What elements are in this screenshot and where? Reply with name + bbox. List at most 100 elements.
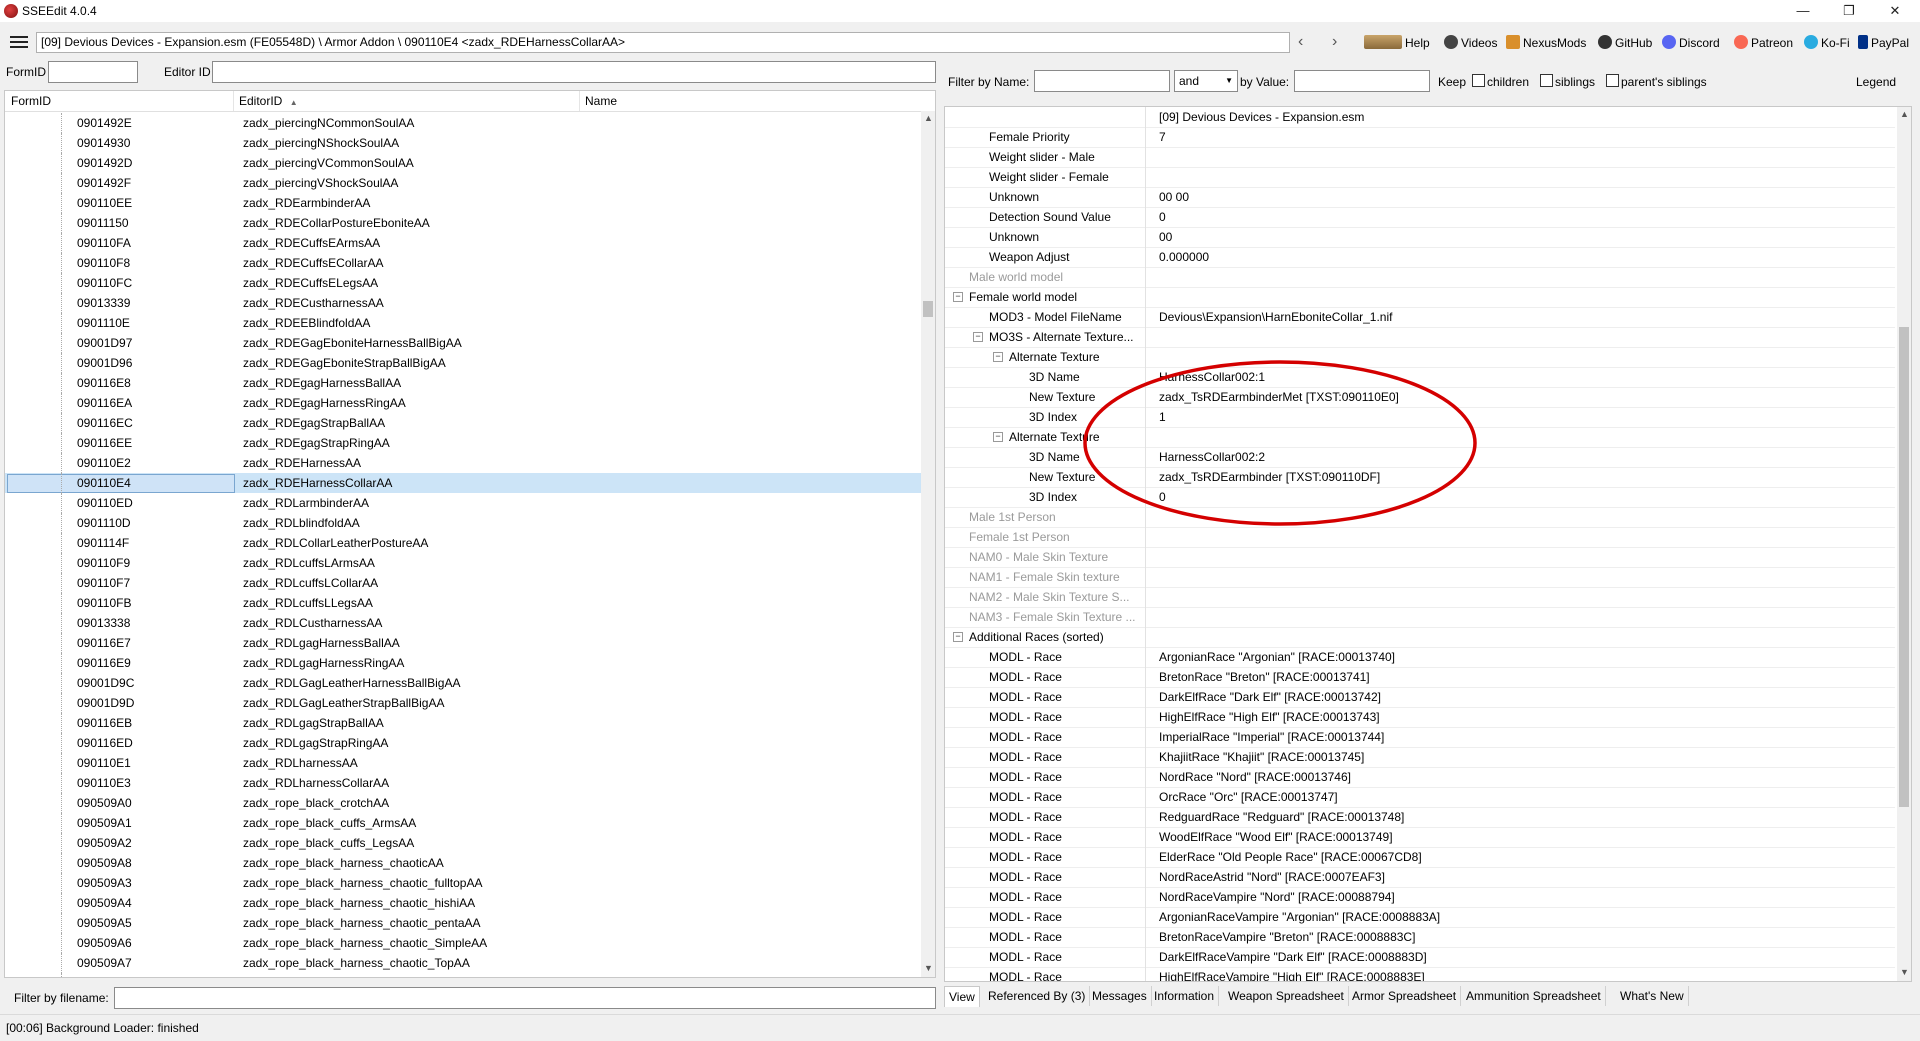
table-row[interactable]: 090509A5 zadx_rope_black_harness_chaotic_… xyxy=(5,913,921,933)
table-row[interactable]: 090116EC zadx_RDEgagStrapBallAA xyxy=(5,413,921,433)
field-value[interactable]: HighElfRace "High Elf" [RACE:00013743] xyxy=(1159,707,1380,727)
field-value[interactable]: Devious\Expansion\HarnEboniteCollar_1.ni… xyxy=(1159,307,1392,327)
field-row[interactable]: MODL - Race NordRaceAstrid "Nord" [RACE:0… xyxy=(945,867,1895,888)
collapse-icon[interactable]: − xyxy=(953,632,963,642)
back-button[interactable]: ‹ xyxy=(1298,33,1303,51)
field-row[interactable]: Weight slider - Male xyxy=(945,147,1895,168)
children-checkbox[interactable] xyxy=(1472,74,1485,87)
nexusmods-link[interactable]: NexusMods xyxy=(1506,35,1586,50)
field-row[interactable]: Female Priority 7 xyxy=(945,127,1895,148)
field-value[interactable]: [09] Devious Devices - Expansion.esm xyxy=(1159,107,1364,127)
table-row[interactable]: 090116E9 zadx_RDLgagHarnessRingAA xyxy=(5,653,921,673)
table-row[interactable]: 090110FC zadx_RDECuffsELegsAA xyxy=(5,273,921,293)
table-row[interactable]: 090116EE zadx_RDEgagStrapRingAA xyxy=(5,433,921,453)
tab-messages[interactable]: Messages xyxy=(1088,986,1152,1006)
field-row[interactable]: − Female world model xyxy=(945,287,1895,308)
collapse-icon[interactable]: − xyxy=(973,332,983,342)
legend-button[interactable]: Legend xyxy=(1856,75,1896,89)
field-row[interactable]: MODL - Race HighElfRace "High Elf" [RACE:… xyxy=(945,707,1895,728)
close-button[interactable]: ✕ xyxy=(1872,0,1918,22)
table-row[interactable]: 090509A8 zadx_rope_black_harness_chaoticA… xyxy=(5,853,921,873)
field-value[interactable]: RedguardRace "Redguard" [RACE:00013748] xyxy=(1159,807,1404,827)
table-row[interactable]: 0901492D zadx_piercingVCommonSoulAA xyxy=(5,153,921,173)
field-row[interactable]: MOD3 - Model FileName Devious\Expansion\H… xyxy=(945,307,1895,328)
record-tree-scrollbar[interactable]: ▲ ▼ xyxy=(921,111,935,977)
table-row[interactable]: 0901110D zadx_RDLblindfoldAA xyxy=(5,513,921,533)
field-value[interactable]: 0 xyxy=(1159,207,1166,227)
scroll-up-icon[interactable]: ▲ xyxy=(1900,109,1909,119)
filter-by-name-input[interactable] xyxy=(1034,70,1170,92)
field-row[interactable]: − Additional Races (sorted) xyxy=(945,627,1895,648)
field-value[interactable]: ArgonianRace "Argonian" [RACE:00013740] xyxy=(1159,647,1395,667)
field-row[interactable]: Weight slider - Female xyxy=(945,167,1895,188)
field-value[interactable]: 0.000000 xyxy=(1159,247,1209,267)
table-row[interactable]: 090110F7 zadx_RDLcuffsLCollarAA xyxy=(5,573,921,593)
table-row[interactable]: 090110FB zadx_RDLcuffsLLegsAA xyxy=(5,593,921,613)
field-row[interactable]: NAM3 - Female Skin Texture ... xyxy=(945,607,1895,628)
field-row[interactable]: MODL - Race DarkElfRaceVampire "Dark Elf"… xyxy=(945,947,1895,968)
table-row[interactable]: 090110ED zadx_RDLarmbinderAA xyxy=(5,493,921,513)
tab-view[interactable]: View xyxy=(944,986,980,1007)
scrollbar-thumb[interactable] xyxy=(1899,327,1909,807)
table-row[interactable]: 0901492E zadx_piercingNCommonSoulAA xyxy=(5,113,921,133)
table-row[interactable]: 090116EB zadx_RDLgagStrapBallAA xyxy=(5,713,921,733)
kofi-link[interactable]: Ko-Fi xyxy=(1804,35,1850,50)
forward-button[interactable]: › xyxy=(1332,33,1337,51)
table-row[interactable]: 0901114F zadx_RDLCollarLeatherPostureAA xyxy=(5,533,921,553)
field-row[interactable]: MODL - Race BretonRace "Breton" [RACE:000… xyxy=(945,667,1895,688)
field-row[interactable]: MODL - Race ImperialRace "Imperial" [RACE… xyxy=(945,727,1895,748)
field-value[interactable]: BretonRaceVampire "Breton" [RACE:0008883… xyxy=(1159,927,1415,947)
tab-information[interactable]: Information xyxy=(1150,986,1220,1006)
scrollbar-thumb[interactable] xyxy=(923,301,933,317)
maximize-button[interactable]: ❐ xyxy=(1826,0,1872,22)
field-value[interactable]: DarkElfRaceVampire "Dark Elf" [RACE:0008… xyxy=(1159,947,1427,967)
field-row[interactable]: MODL - Race ArgonianRace "Argonian" [RACE… xyxy=(945,647,1895,668)
tab-armor-spreadsheet[interactable]: Armor Spreadsheet xyxy=(1348,986,1462,1006)
table-row[interactable]: 09001D9C zadx_RDLGagLeatherHarnessBallBig… xyxy=(5,673,921,693)
table-row[interactable]: 090116EA zadx_RDEgagHarnessRingAA xyxy=(5,393,921,413)
field-row[interactable]: Weapon Adjust 0.000000 xyxy=(945,247,1895,268)
help-link[interactable]: Help xyxy=(1364,35,1430,50)
editorid-column-header[interactable]: EditorID ▲ xyxy=(239,94,298,108)
field-row[interactable]: NAM0 - Male Skin Texture xyxy=(945,547,1895,568)
field-value[interactable]: ElderRace "Old People Race" [RACE:00067C… xyxy=(1159,847,1422,867)
table-row[interactable]: 090509A3 zadx_rope_black_harness_chaotic_… xyxy=(5,873,921,893)
field-row[interactable]: MODL - Race NordRace "Nord" [RACE:0001374… xyxy=(945,767,1895,788)
tab-what-s-new[interactable]: What's New xyxy=(1616,986,1689,1006)
table-row[interactable]: 090110F8 zadx_RDECuffsECollarAA xyxy=(5,253,921,273)
field-row[interactable]: Unknown 00 00 xyxy=(945,187,1895,208)
videos-link[interactable]: Videos xyxy=(1444,35,1497,50)
filter-by-filename-input[interactable] xyxy=(114,987,936,1009)
field-value[interactable]: HighElfRaceVampire "High Elf" [RACE:0008… xyxy=(1159,967,1425,981)
siblings-checkbox[interactable] xyxy=(1540,74,1553,87)
field-row[interactable]: MODL - Race HighElfRaceVampire "High Elf"… xyxy=(945,967,1895,981)
table-row[interactable]: 0901492F zadx_piercingVShockSoulAA xyxy=(5,173,921,193)
table-row[interactable]: 090509A2 zadx_rope_black_cuffs_LegsAA xyxy=(5,833,921,853)
field-value[interactable]: 00 00 xyxy=(1159,187,1189,207)
tab-referenced-by-3[interactable]: Referenced By (3) xyxy=(984,986,1091,1006)
patreon-link[interactable]: Patreon xyxy=(1734,35,1793,50)
field-row[interactable]: MODL - Race NordRaceVampire "Nord" [RACE:… xyxy=(945,887,1895,908)
field-row[interactable]: − MO3S - Alternate Texture... xyxy=(945,327,1895,348)
table-row[interactable]: 09013338 zadx_RDLCustharnessAA xyxy=(5,613,921,633)
field-value[interactable]: ArgonianRaceVampire "Argonian" [RACE:000… xyxy=(1159,907,1440,927)
tab-ammunition-spreadsheet[interactable]: Ammunition Spreadsheet xyxy=(1462,986,1606,1006)
table-row[interactable]: 090509A4 zadx_rope_black_harness_chaotic_… xyxy=(5,893,921,913)
table-row[interactable]: 090509A7 zadx_rope_black_harness_chaotic_… xyxy=(5,953,921,973)
collapse-icon[interactable]: − xyxy=(953,292,963,302)
table-row[interactable]: 09013339 zadx_RDECustharnessAA xyxy=(5,293,921,313)
table-row[interactable]: 09001D97 zadx_RDEGagEboniteHarnessBallBig… xyxy=(5,333,921,353)
field-row[interactable]: Female 1st Person xyxy=(945,527,1895,548)
field-row[interactable]: MODL - Race ArgonianRaceVampire "Argonian… xyxy=(945,907,1895,928)
field-row[interactable]: NAM2 - Male Skin Texture S... xyxy=(945,587,1895,608)
field-value[interactable]: ImperialRace "Imperial" [RACE:00013744] xyxy=(1159,727,1384,747)
field-value[interactable]: KhajiitRace "Khajiit" [RACE:00013745] xyxy=(1159,747,1364,767)
collapse-icon[interactable]: − xyxy=(993,432,1003,442)
tab-weapon-spreadsheet[interactable]: Weapon Spreadsheet xyxy=(1224,986,1349,1006)
table-row[interactable]: 090110E3 zadx_RDLharnessCollarAA xyxy=(5,773,921,793)
parents-siblings-checkbox[interactable] xyxy=(1606,74,1619,87)
table-row[interactable]: 090509A1 zadx_rope_black_cuffs_ArmsAA xyxy=(5,813,921,833)
table-row[interactable]: 090110EE zadx_RDEarmbinderAA xyxy=(5,193,921,213)
field-value[interactable]: NordRaceAstrid "Nord" [RACE:0007EAF3] xyxy=(1159,867,1385,887)
record-path-field[interactable]: [09] Devious Devices - Expansion.esm (FE… xyxy=(36,32,1290,53)
